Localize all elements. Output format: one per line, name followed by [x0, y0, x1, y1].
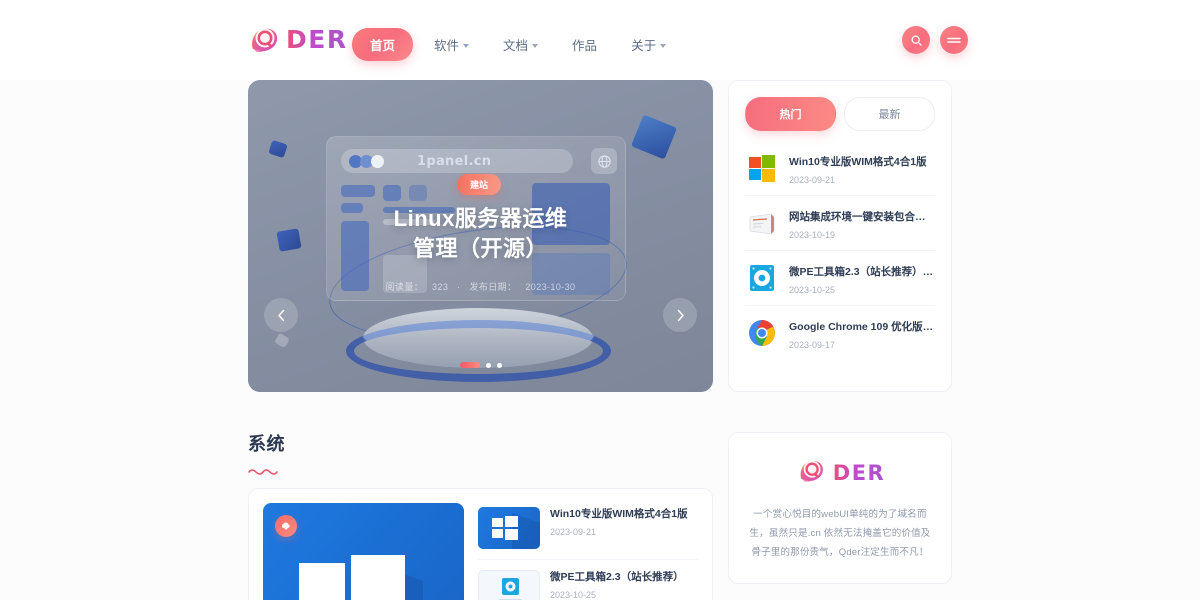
system-item-list: Win10专业版WIM格式4合1版 2023-09-21 微PE工具箱2.3（站… [478, 503, 698, 600]
nav-item-docs[interactable]: 文档 [490, 28, 551, 61]
nav-item-label: 关于 [631, 39, 657, 53]
nav-item-works[interactable]: 作品 [559, 28, 610, 61]
nav-item-about[interactable]: 关于 [618, 28, 679, 61]
page-root: DER 首页 软件 文档 作品 关于 1panel.cn 建站 Linux服务器… [0, 0, 1200, 600]
menu-button[interactable] [940, 26, 968, 54]
search-button[interactable] [902, 26, 930, 54]
list-item-date: 2023-09-21 [789, 174, 836, 185]
windows-logo-thumb [478, 507, 540, 549]
nav-item-home[interactable]: 首页 [352, 28, 414, 61]
nav-item-label: 作品 [572, 39, 598, 53]
hero-title-line-1: Linux服务器运维 [393, 206, 568, 231]
list-item-title: Win10专业版WIM格式4合1版 [550, 508, 688, 520]
disk-drive-icon [745, 261, 779, 295]
list-item-date: 2023-10-19 [789, 229, 836, 240]
list-item-title: 微PE工具箱2.3（站长推荐）… [789, 265, 934, 278]
ranking-list: Win10专业版WIM格式4合1版 2023-09-21 网站集成环境一键安装包… [745, 141, 935, 360]
chevron-right-icon [677, 309, 684, 321]
views-label: 阅读量： [385, 282, 424, 292]
list-item[interactable]: Win10专业版WIM格式4合1版 2023-09-21 [745, 141, 935, 196]
feature-banner[interactable] [263, 503, 464, 600]
list-item-text: 微PE工具箱2.3（站长推荐） 2023-10-25 [550, 570, 698, 600]
search-icon [911, 35, 922, 46]
about-card: DER 一个赏心悦目的webUI单纯的为了域名而生，虽然只是.cn 依然无法掩盖… [728, 432, 952, 584]
date-value: 2023-10-30 [525, 282, 576, 292]
list-item[interactable]: 微PE工具箱2.3（站长推荐）… 2023-10-25 [745, 251, 935, 306]
ranking-tabs: 热门 最新 [745, 97, 935, 131]
about-logo: DER [745, 455, 935, 491]
nav-item-software[interactable]: 软件 [421, 28, 482, 61]
section-title: 系统 [248, 434, 285, 454]
date-label: 发布日期： [469, 282, 517, 292]
hero-carousel[interactable]: 1panel.cn 建站 Linux服务器运维 管理（开源） 阅读量： 323 … [248, 80, 713, 392]
list-item-title: 微PE工具箱2.3（站长推荐） [550, 571, 684, 583]
chevron-down-icon [532, 43, 539, 48]
carousel-dot-1[interactable] [459, 362, 480, 368]
carousel-indicators [248, 362, 713, 368]
list-item[interactable]: Win10专业版WIM格式4合1版 2023-09-21 [478, 503, 698, 560]
list-item-title: 网站集成环境一键安装包合… [789, 210, 926, 223]
site-header: DER 首页 软件 文档 作品 关于 [0, 0, 1200, 80]
list-item-date: 2023-10-25 [550, 590, 597, 600]
list-item-text: Win10专业版WIM格式4合1版 2023-09-21 [789, 152, 935, 185]
list-item-date: 2023-10-25 [789, 284, 836, 295]
cloud-download-icon[interactable] [275, 515, 297, 537]
list-item-title: Google Chrome 109 优化版… [789, 320, 934, 333]
list-item-text: Google Chrome 109 优化版… 2023-09-17 [789, 317, 935, 350]
list-item-text: Win10专业版WIM格式4合1版 2023-09-21 [550, 507, 698, 549]
about-logo-wordmark: DER [833, 455, 885, 491]
system-section-card: Win10专业版WIM格式4合1版 2023-09-21 微PE工具箱2.3（站… [248, 488, 713, 600]
ranking-card: 热门 最新 Win10专业版WIM格式4合1版 2023-09-21 网站集成环… [728, 80, 952, 392]
meta-separator: · [457, 282, 461, 292]
logo-wordmark: DER [286, 22, 348, 58]
server-box-icon [745, 206, 779, 240]
list-item-title: Win10专业版WIM格式4合1版 [789, 155, 927, 168]
tab-latest[interactable]: 最新 [844, 97, 935, 131]
about-description: 一个赏心悦目的webUI单纯的为了域名而生，虽然只是.cn 依然无法掩盖它的价值… [749, 509, 931, 558]
main-navigation: 首页 软件 文档 作品 关于 [352, 28, 679, 61]
hero-title-line-2: 管理（开源） [412, 236, 548, 261]
q-logo-icon [795, 455, 831, 491]
tab-hot[interactable]: 热门 [745, 97, 836, 131]
q-logo-icon [248, 22, 284, 58]
nav-item-label: 软件 [434, 39, 460, 53]
list-item[interactable]: 网站集成环境一键安装包合… 2023-10-19 [745, 196, 935, 251]
hero-content: Linux服务器运维 管理（开源） 阅读量： 323 · 发布日期： 2023-… [248, 80, 713, 392]
header-actions [902, 26, 968, 54]
chrome-logo-icon [745, 316, 779, 350]
carousel-dot-2[interactable] [485, 362, 491, 368]
carousel-prev-button[interactable] [264, 298, 298, 332]
hero-title: Linux服务器运维 管理（开源） [248, 204, 713, 264]
windows-logo-icon [745, 151, 779, 185]
carousel-next-button[interactable] [663, 298, 697, 332]
carousel-dot-3[interactable] [496, 362, 502, 368]
views-value: 323 [432, 282, 449, 292]
windows-logo-banner [291, 541, 423, 600]
chevron-down-icon [463, 43, 470, 48]
chevron-down-icon [660, 43, 667, 48]
hamburger-menu-icon [947, 37, 961, 43]
section-header: 系统 [248, 430, 285, 480]
wave-underline-decoration [248, 462, 285, 480]
list-item[interactable]: Google Chrome 109 优化版… 2023-09-17 [745, 306, 935, 360]
list-item-date: 2023-09-17 [789, 339, 836, 350]
list-item-text: 网站集成环境一键安装包合… 2023-10-19 [789, 207, 935, 240]
micro-pe-thumb [478, 570, 540, 600]
list-item[interactable]: 微PE工具箱2.3（站长推荐） 2023-10-25 [478, 560, 698, 600]
nav-item-label: 文档 [503, 39, 529, 53]
list-item-date: 2023-09-21 [550, 527, 597, 537]
hero-meta: 阅读量： 323 · 发布日期： 2023-10-30 [248, 280, 713, 293]
nav-item-label: 首页 [370, 39, 396, 53]
list-item-text: 微PE工具箱2.3（站长推荐）… 2023-10-25 [789, 262, 935, 295]
chevron-left-icon [277, 309, 284, 321]
site-logo[interactable]: DER [248, 22, 348, 58]
